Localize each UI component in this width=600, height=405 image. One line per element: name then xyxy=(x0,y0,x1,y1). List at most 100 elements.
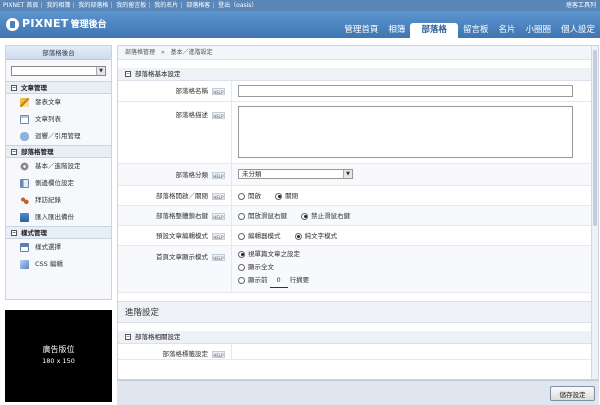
logo[interactable]: PIXNET 管理後台 xyxy=(6,17,107,32)
scrollbar[interactable] xyxy=(591,46,598,379)
logo-subtitle: 管理後台 xyxy=(70,20,107,30)
template-icon xyxy=(20,242,29,252)
tab-guestbook[interactable]: 留言板 xyxy=(458,23,494,38)
blog-description-textarea[interactable] xyxy=(238,106,573,158)
radio-full-text[interactable]: 顯示全文 xyxy=(238,261,598,274)
radio-icon xyxy=(238,276,245,284)
help-button[interactable]: HELP xyxy=(212,232,225,240)
document-list-icon xyxy=(20,114,29,124)
category-select[interactable]: 未分類 ▼ xyxy=(238,169,353,179)
panel-header-basic[interactable]: − 部落格基本設定 xyxy=(118,68,598,81)
sidebar-item-template[interactable]: 樣式選擇 xyxy=(6,239,111,256)
chevron-down-icon: ▼ xyxy=(96,67,105,75)
collapse-icon: − xyxy=(11,230,17,236)
tab-card[interactable]: 名片 xyxy=(493,23,520,38)
collapse-icon: − xyxy=(125,71,131,77)
breadcrumb: 部落格管理 » 基本／進階設定 xyxy=(118,46,598,60)
ad-size: 180 x 150 xyxy=(42,357,75,365)
radio-plain-text-mode[interactable]: 純文字模式 xyxy=(294,226,337,246)
radio-disable-right-click[interactable]: 禁止滑鼠右鍵 xyxy=(301,206,350,226)
row-blog-description: 部落格描述 HELP xyxy=(118,102,598,164)
radio-selected-icon xyxy=(238,250,245,258)
chevron-down-icon: ▼ xyxy=(343,170,352,178)
footprint-icon xyxy=(20,195,29,205)
sidebar-item-comments[interactable]: 迴響／引用管理 xyxy=(6,128,111,145)
tab-circle[interactable]: 小圈圈 xyxy=(520,23,556,38)
radio-editor-mode[interactable]: 編輯器模式 xyxy=(238,226,281,246)
sidebar-section-style[interactable]: − 樣式管理 xyxy=(6,226,111,239)
sidebar-item-post-list[interactable]: 文章列表 xyxy=(6,111,111,128)
blog-name-input[interactable] xyxy=(238,85,573,97)
field-label: 部落格名稱 xyxy=(175,87,209,95)
gear-icon xyxy=(20,161,29,171)
row-partial: 部落格標籤設定 HELP xyxy=(118,344,598,360)
field-label: 首頁文章顯示模式 xyxy=(156,253,208,261)
field-label: 部落格整體鎖右鍵 xyxy=(156,212,208,220)
field-label: 部落格標籤設定 xyxy=(162,350,209,358)
row-editor-mode: 預設文章編輯模式 HELP 編輯器模式 純文字模式 xyxy=(118,226,598,246)
collapse-icon: − xyxy=(11,85,17,91)
radio-selected-icon xyxy=(294,232,302,240)
field-label: 部落格分類 xyxy=(175,171,209,179)
radio-allow-right-click[interactable]: 開放滑鼠右鍵 xyxy=(238,206,287,226)
radio-selected-icon xyxy=(275,192,283,200)
ad-placeholder[interactable]: 廣告版位 180 x 150 xyxy=(5,310,112,402)
ad-title: 廣告版位 xyxy=(42,345,75,354)
radio-show-first-lines[interactable]: 顯示前 0 行摘要 xyxy=(238,274,598,288)
radio-close[interactable]: 關閉 xyxy=(275,186,298,206)
blog-select[interactable]: ▼ xyxy=(11,66,106,76)
toolbar-link[interactable]: 痞客工具列 xyxy=(566,0,596,11)
help-button[interactable]: HELP xyxy=(212,192,225,200)
sidebar-item-import-export[interactable]: 匯入匯出備份 xyxy=(6,209,111,226)
radio-selected-icon xyxy=(301,212,309,220)
tab-admin-home[interactable]: 管理首頁 xyxy=(339,23,383,38)
collapse-icon: − xyxy=(125,334,131,340)
sidebar-section-blog[interactable]: − 部落格管理 xyxy=(6,145,111,158)
advanced-settings-title: 進階設定 xyxy=(118,301,598,323)
sidebar-item-visit-log[interactable]: 拜訪紀錄 xyxy=(6,192,111,209)
topbar-link-guestbook[interactable]: 我的留言板 xyxy=(116,2,146,9)
scrollbar-thumb[interactable] xyxy=(593,50,597,226)
topbar-link-blogger[interactable]: 部落格客 xyxy=(186,2,210,9)
field-label: 部落格描述 xyxy=(175,111,209,119)
radio-icon xyxy=(238,192,245,200)
code-icon xyxy=(20,259,29,269)
radio-icon xyxy=(238,263,245,271)
topbar-link-home[interactable]: PIXNET 首頁 xyxy=(3,2,38,9)
field-label: 預設文章編輯模式 xyxy=(156,232,208,240)
help-button[interactable]: HELP xyxy=(212,350,225,358)
sidebar-title: 部落格後台 xyxy=(6,46,111,60)
radio-icon xyxy=(238,212,245,220)
help-button[interactable]: HELP xyxy=(212,171,225,179)
tab-album[interactable]: 相簿 xyxy=(383,23,410,38)
sidebar-item-new-post[interactable]: 發表文章 xyxy=(6,94,111,111)
row-blog-open-close: 部落格開啟／關閉 HELP 開啟 關閉 xyxy=(118,186,598,206)
sidebar-item-basic-settings[interactable]: 基本／進階設定 xyxy=(6,158,111,175)
radio-per-post-setting[interactable]: 視單篇文章之設定 xyxy=(238,248,598,261)
tab-personal-settings[interactable]: 個人設定 xyxy=(556,23,600,38)
help-button[interactable]: HELP xyxy=(212,87,225,95)
sidebar-layout-icon xyxy=(20,178,29,188)
panel-header-related[interactable]: − 部落格相關設定 xyxy=(118,331,598,344)
topbar-link-blog[interactable]: 我的部落格 xyxy=(78,2,108,9)
sidebar-item-sidebar-settings[interactable]: 側邊欄位設定 xyxy=(6,175,111,192)
topbar-link-logout[interactable]: 登出（oasis） xyxy=(218,2,257,9)
sidebar-section-articles[interactable]: − 文章管理 xyxy=(6,81,111,94)
summary-lines-input[interactable]: 0 xyxy=(269,274,288,288)
sidebar: 部落格後台 ▼ − 文章管理 發表文章 文章列表 迴響／引用管理 − 部落格管理 基… xyxy=(5,45,112,300)
row-right-click: 部落格整體鎖右鍵 HELP 開放滑鼠右鍵 禁止滑鼠右鍵 xyxy=(118,206,598,226)
help-button[interactable]: HELP xyxy=(212,253,225,261)
collapse-icon: − xyxy=(11,149,17,155)
row-blog-name: 部落格名稱 HELP xyxy=(118,81,598,102)
header: PIXNET 管理後台 管理首頁 相簿 部落格 留言板 名片 小圈圈 個人設定 xyxy=(0,11,600,38)
main-content: 部落格管理 » 基本／進階設定 − 部落格基本設定 部落格名稱 HELP 部落格描述… xyxy=(117,45,599,380)
help-button[interactable]: HELP xyxy=(212,212,225,220)
help-button[interactable]: HELP xyxy=(212,111,225,119)
tab-blog[interactable]: 部落格 xyxy=(410,23,458,38)
topbar-link-album[interactable]: 我的相簿 xyxy=(46,2,70,9)
topbar-link-card[interactable]: 我的名片 xyxy=(154,2,178,9)
pixnet-logo-icon xyxy=(6,17,19,31)
save-settings-button[interactable]: 儲存設定 xyxy=(550,386,595,401)
sidebar-item-css-edit[interactable]: CSS 編輯 xyxy=(6,256,111,273)
radio-open[interactable]: 開啟 xyxy=(238,186,261,206)
